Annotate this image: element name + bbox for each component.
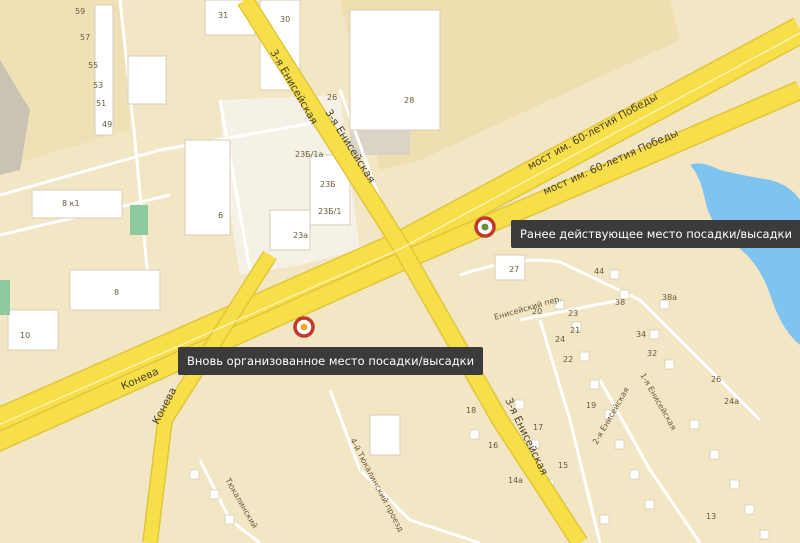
house-number: 23Б/1а (295, 150, 323, 159)
house-number: 55 (88, 61, 98, 70)
house-number: 15 (558, 461, 568, 470)
house-number: 24 (555, 335, 565, 344)
new-stop-callout: Вновь организованное место посадки/высад… (178, 347, 484, 375)
house-number: 23 (568, 309, 578, 318)
map-canvas: 3-я Енисейская 3-я Енисейская 3-я Енисей… (0, 0, 800, 543)
house-number: 38а (662, 293, 677, 302)
house-number: 21 (570, 326, 580, 335)
building-23a (269, 209, 311, 251)
house-number: 57 (80, 33, 90, 42)
house-number: 10 (20, 331, 30, 340)
map-view[interactable]: 3-я Енисейская 3-я Енисейская 3-я Енисей… (0, 0, 800, 543)
house-number: 53 (93, 81, 103, 90)
house-number: 51 (96, 99, 106, 108)
house-number: 8 (114, 288, 119, 297)
house-number: 28 (404, 96, 414, 105)
bus-stop-icon (481, 223, 489, 231)
house-number: 20 (532, 307, 542, 316)
house-number: 26 (711, 375, 721, 384)
house-number: 30 (280, 15, 290, 24)
house-number: 23а (293, 231, 308, 240)
building-column-left (94, 4, 114, 136)
house-number: 19 (586, 401, 596, 410)
house-number: 44 (594, 267, 604, 276)
house-number: 16 (488, 441, 498, 450)
house-number: 59 (75, 7, 85, 16)
building-6 (184, 139, 231, 236)
house-number: 32 (647, 349, 657, 358)
house-number: 23Б (320, 180, 336, 189)
old-stop-marker[interactable] (474, 216, 496, 238)
new-stop-marker[interactable] (293, 316, 315, 338)
house-number: 23Б/1 (318, 207, 341, 216)
house-number: 34 (636, 330, 646, 339)
bus-stop-icon (300, 323, 308, 331)
house-number: 8 к1 (62, 199, 80, 208)
house-number: 22 (563, 355, 573, 364)
house-number: 17 (533, 423, 543, 432)
house-number: 24а (724, 397, 739, 406)
building-left-upper (127, 55, 167, 105)
building-10 (7, 309, 59, 351)
building-28 (349, 9, 441, 131)
house-number: 6 (218, 211, 223, 220)
old-stop-callout: Ранее действующее место посадки/высадки (511, 220, 800, 248)
house-number: 38 (615, 298, 625, 307)
house-number: 49 (102, 120, 112, 129)
house-number: 26 (327, 93, 337, 102)
building-tyukalinsky (369, 414, 401, 456)
house-number: 31 (218, 11, 228, 20)
house-number: 18 (466, 406, 476, 415)
house-number: 13 (706, 512, 716, 521)
house-number: 27 (509, 265, 519, 274)
house-number: 14а (508, 476, 523, 485)
